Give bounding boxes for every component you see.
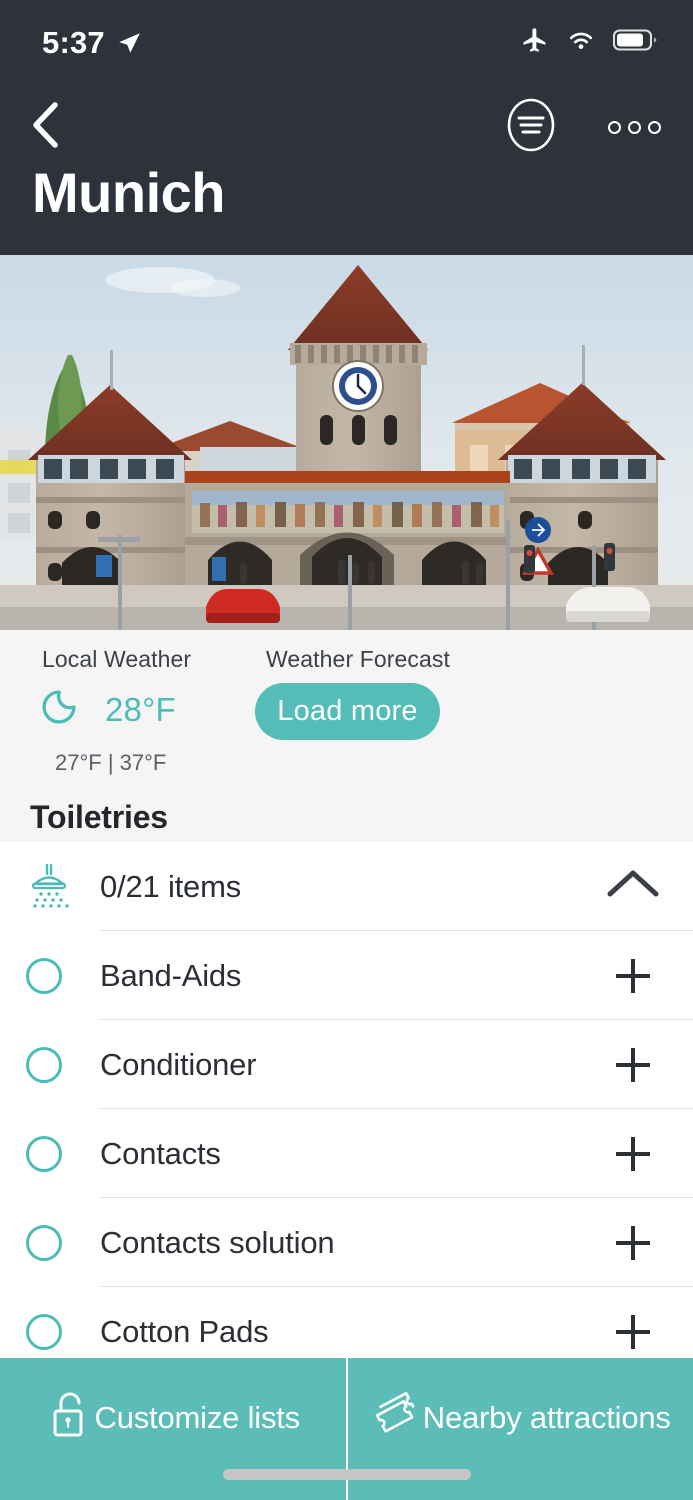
- list-summary-row[interactable]: 0/21 items: [0, 842, 693, 931]
- item-label: Contacts: [100, 1135, 221, 1171]
- battery-icon: [613, 28, 659, 57]
- isartor-illustration: [0, 255, 693, 630]
- circle-unchecked-icon: [26, 1313, 62, 1350]
- item-label: Band-Aids: [100, 957, 242, 993]
- add-item-button[interactable]: [603, 1136, 663, 1171]
- temperature-range: 27°F | 37°F: [55, 750, 167, 775]
- item-checkbox[interactable]: [26, 957, 100, 994]
- packing-list[interactable]: 0/21 items Band-Aids Conditioner Contact…: [0, 842, 693, 1358]
- item-label: Cotton Pads: [100, 1313, 269, 1349]
- list-item[interactable]: Contacts solution: [0, 1198, 693, 1287]
- collapse-section-button[interactable]: [603, 866, 663, 907]
- list-section-title: Toiletries: [0, 792, 693, 842]
- plus-icon: [616, 1136, 650, 1171]
- tickets-icon: [369, 1387, 421, 1449]
- home-indicator[interactable]: [222, 1469, 471, 1480]
- back-button[interactable]: [16, 99, 74, 157]
- add-item-button[interactable]: [603, 958, 663, 993]
- nav-bar: Munich: [0, 85, 693, 255]
- overflow-dot: [608, 121, 621, 134]
- plus-icon: [616, 958, 650, 993]
- item-checkbox[interactable]: [26, 1313, 100, 1350]
- wifi-icon: [566, 25, 596, 60]
- circled-list-icon[interactable]: [506, 97, 556, 158]
- current-temperature: 28°F: [105, 690, 176, 728]
- overflow-dot: [628, 121, 641, 134]
- items-count-label: 0/21 items: [100, 868, 242, 904]
- add-item-button[interactable]: [603, 1314, 663, 1349]
- weather-panel: Local Weather Weather Forecast 28°F 27°F…: [0, 630, 693, 792]
- list-item[interactable]: Cotton Pads: [0, 1287, 693, 1358]
- crescent-moon-icon: [40, 688, 78, 731]
- item-label: Conditioner: [100, 1046, 257, 1082]
- chevron-left-icon: [27, 100, 63, 155]
- add-item-button[interactable]: [603, 1225, 663, 1260]
- circle-unchecked-icon: [26, 957, 62, 994]
- circle-unchecked-icon: [26, 1046, 62, 1083]
- airplane-mode-icon: [520, 26, 549, 60]
- page-title: Munich: [32, 161, 225, 224]
- circle-unchecked-icon: [26, 1135, 62, 1172]
- overflow-dot: [648, 121, 661, 134]
- item-label: Contacts solution: [100, 1224, 335, 1260]
- plus-icon: [616, 1314, 650, 1349]
- location-arrow-icon: [116, 30, 142, 56]
- customize-lists-label: Customize lists: [94, 1400, 301, 1435]
- weather-forecast-label: Weather Forecast: [266, 646, 450, 672]
- item-checkbox[interactable]: [26, 1135, 100, 1172]
- circle-unchecked-icon: [26, 1224, 62, 1261]
- list-item[interactable]: Conditioner: [0, 1020, 693, 1109]
- destination-photo: [0, 255, 693, 630]
- unlocked-padlock-icon: [47, 1387, 93, 1449]
- item-checkbox[interactable]: [26, 1224, 100, 1261]
- bottom-action-bar: Customize lists Nearby attractions: [0, 1358, 693, 1500]
- current-weather: 28°F: [40, 688, 176, 731]
- more-options-icon[interactable]: [608, 121, 661, 134]
- plus-icon: [616, 1225, 650, 1260]
- shower-head-icon: [26, 862, 100, 912]
- chevron-up-icon: [606, 866, 660, 907]
- add-item-button[interactable]: [603, 1047, 663, 1082]
- local-weather-label: Local Weather: [42, 646, 192, 672]
- status-bar-clock: 5:37: [42, 25, 105, 60]
- plus-icon: [616, 1047, 650, 1082]
- app-screen: 5:37 Munich Local Weather Weather Foreca…: [0, 0, 693, 1500]
- load-more-button[interactable]: Load more: [255, 683, 440, 740]
- list-item[interactable]: Contacts: [0, 1109, 693, 1198]
- nearby-attractions-label: Nearby attractions: [422, 1400, 671, 1435]
- status-bar-indicators: [520, 25, 659, 60]
- list-item[interactable]: Band-Aids: [0, 931, 693, 1020]
- status-bar: 5:37: [0, 0, 693, 85]
- item-checkbox[interactable]: [26, 1046, 100, 1083]
